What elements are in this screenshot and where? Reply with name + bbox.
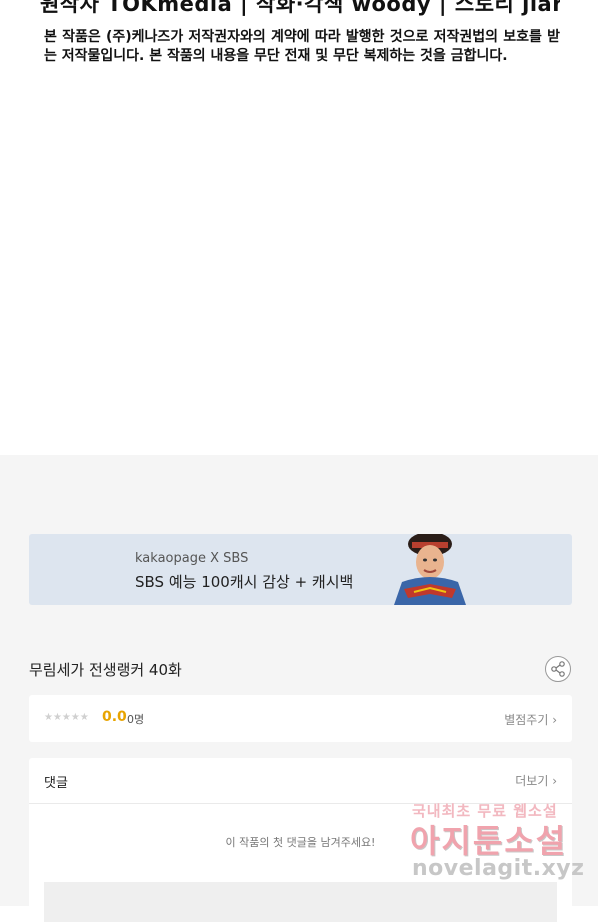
rating-score: 0.0 — [102, 709, 127, 725]
comment-title: 댓글 — [44, 776, 68, 791]
episode-title: 무림세가 전생랭커 40화 — [29, 661, 182, 679]
rating-count: 0명 — [127, 713, 145, 726]
rating-card: ★★★★★ 0.0 0명 별점주기 › — [29, 695, 572, 742]
comic-panel-area: 원작자 TOKmedia | 작화·각색 woody | 스토리 jianghw… — [0, 0, 598, 455]
star-rating-icon: ★★★★★ — [44, 712, 89, 723]
share-button[interactable] — [545, 656, 571, 682]
banner-person-image — [394, 534, 466, 605]
rate-button[interactable]: 별점주기 › — [504, 711, 557, 728]
site-watermark: 국내최초 무료 웹소설 아지툰소설 novelagit.xyz — [410, 798, 584, 890]
credits-line: 원작자 TOKmedia | 작화·각색 woody | 스토리 jianghw… — [40, 0, 560, 16]
copyright-notice: 본 작품은 (주)케나즈가 저작권자와의 계약에 따라 발행한 것으로 저작권법… — [44, 29, 560, 64]
share-icon — [551, 661, 565, 677]
banner-brand: kakaopage X SBS — [135, 551, 249, 566]
watermark-url: novelagit.xyz — [412, 856, 585, 881]
banner-text: SBS 예능 100캐시 감상 + 캐시백 — [135, 573, 354, 591]
promo-banner[interactable]: kakaopage X SBS SBS 예능 100캐시 감상 + 캐시백 — [29, 534, 572, 605]
more-comments-link[interactable]: 더보기 › — [515, 772, 557, 789]
